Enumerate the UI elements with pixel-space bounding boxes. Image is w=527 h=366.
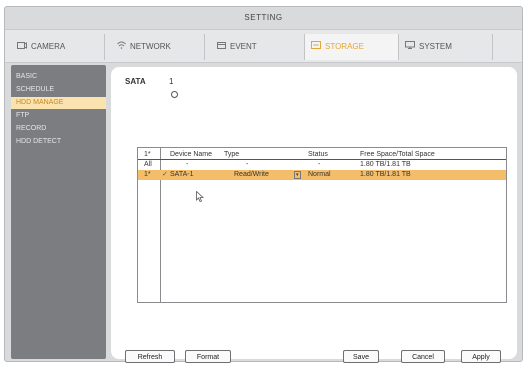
tab-system-label: SYSTEM	[419, 42, 452, 52]
col-id-header: 1*	[144, 151, 151, 158]
row-space: 1.80 TB/1.81 TB	[360, 161, 411, 168]
tab-bar: CAMERA NETWORK EVENT STORAGE SYSTEM	[5, 29, 522, 63]
sidebar-item-record[interactable]: RECORD	[11, 123, 106, 135]
format-button[interactable]: Format	[185, 350, 231, 363]
row-status: -	[318, 161, 321, 168]
storage-icon	[311, 34, 321, 60]
table-row[interactable]: All - - - 1.80 TB/1.81 TB	[138, 160, 506, 169]
sidebar-item-hdd-detect[interactable]: HDD DETECT	[11, 136, 106, 148]
tab-network-label: NETWORK	[130, 42, 171, 52]
sata-number: 1	[169, 77, 174, 86]
row-type: -	[246, 161, 249, 168]
col-status-header: Status	[308, 151, 328, 158]
tab-system[interactable]: SYSTEM	[399, 34, 493, 60]
tab-event[interactable]: EVENT	[211, 34, 305, 60]
table-header: 1* Device Name Type Status Free Space/To…	[138, 150, 506, 160]
col-device-header: Device Name	[170, 151, 213, 158]
row-id: 1*	[144, 171, 151, 178]
save-button[interactable]: Save	[343, 350, 379, 363]
event-icon	[217, 34, 226, 60]
hdd-manage-panel: SATA 1 1* Device Name Type Status Free S…	[111, 67, 517, 363]
col-type-header: Type	[224, 151, 240, 158]
row-device: -	[186, 161, 189, 168]
settings-window: SETTING CAMERA NETWORK EVENT STORAGE SYS…	[4, 6, 523, 363]
row-device: SATA-1	[170, 171, 194, 178]
sidebar: BASIC SCHEDULE HDD MANAGE FTP RECORD HDD…	[11, 65, 106, 359]
mouse-pointer-icon	[196, 190, 205, 204]
table-row-selected[interactable]: 1* ✓ SATA-1 Read/Write ▾ Normal 1.80 TB/…	[138, 170, 506, 180]
col-space-header: Free Space/Total Space	[360, 151, 435, 158]
sidebar-item-schedule[interactable]: SCHEDULE	[11, 84, 106, 96]
status-dropdown[interactable]: ▾	[294, 170, 301, 180]
hdd-table: 1* Device Name Type Status Free Space/To…	[137, 147, 507, 303]
refresh-button[interactable]: Refresh	[125, 350, 175, 363]
system-icon	[405, 34, 415, 60]
tab-event-label: EVENT	[230, 42, 257, 52]
tab-storage[interactable]: STORAGE	[305, 34, 399, 60]
row-type: Read/Write	[234, 171, 269, 178]
tab-camera-label: CAMERA	[31, 42, 66, 52]
tab-storage-label: STORAGE	[325, 42, 364, 52]
sata-radio[interactable]	[171, 91, 178, 98]
row-id: All	[144, 161, 152, 168]
camera-icon	[17, 34, 27, 60]
network-icon	[117, 34, 126, 60]
window-title: SETTING	[244, 13, 283, 22]
row-space: 1.80 TB/1.81 TB	[360, 171, 411, 178]
cancel-button[interactable]: Cancel	[401, 350, 445, 363]
sata-label: SATA	[125, 77, 146, 86]
tab-camera[interactable]: CAMERA	[11, 34, 105, 60]
check-icon: ✓	[162, 171, 168, 178]
tab-network[interactable]: NETWORK	[111, 34, 205, 60]
sidebar-item-ftp[interactable]: FTP	[11, 110, 106, 122]
sidebar-item-basic[interactable]: BASIC	[11, 71, 106, 83]
apply-button[interactable]: Apply	[461, 350, 501, 363]
sidebar-item-hdd-manage[interactable]: HDD MANAGE	[11, 97, 106, 109]
dropdown-arrow-icon: ▾	[294, 171, 301, 179]
row-status: Normal	[308, 171, 331, 178]
